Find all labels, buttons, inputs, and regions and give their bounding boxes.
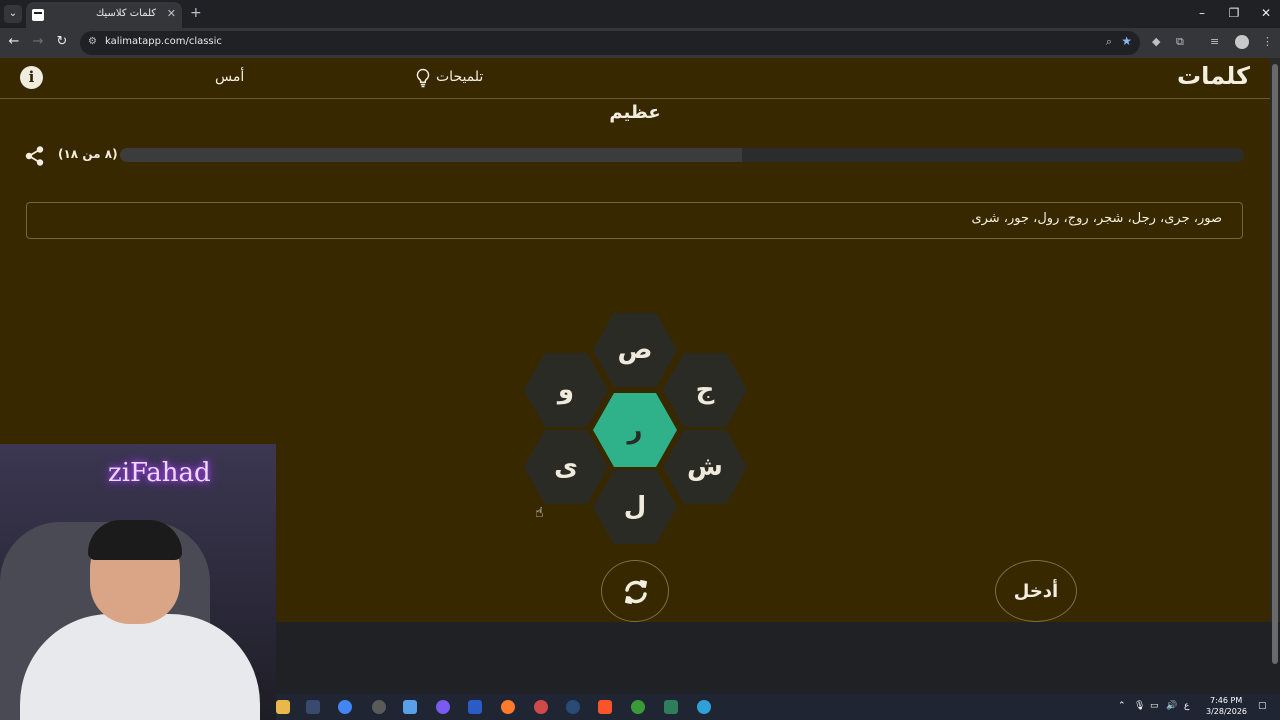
share-icon[interactable] xyxy=(24,145,46,167)
hex-letter-top[interactable]: ص xyxy=(593,313,677,387)
page-scrollbar[interactable] xyxy=(1270,58,1280,664)
volume-icon[interactable]: 🔊 xyxy=(1166,701,1177,711)
clock-date[interactable]: 3/28/2026 xyxy=(1206,707,1247,716)
restore-icon[interactable]: ❐ xyxy=(1224,6,1244,20)
new-tab-button[interactable]: + xyxy=(190,5,202,21)
store-icon[interactable] xyxy=(403,700,417,714)
shuffle-button[interactable] xyxy=(601,560,669,622)
progress-label: (٨ من ١٨) xyxy=(58,147,118,161)
info-icon[interactable]: i xyxy=(20,66,43,89)
app-header: كلمات تلميحات أمس i xyxy=(0,58,1270,99)
refresh-icon xyxy=(625,580,647,604)
menu-icon[interactable]: ⋮ xyxy=(1262,35,1273,48)
obs-icon[interactable] xyxy=(372,700,386,714)
browser-tabstrip: ⌄ كلمات كلاسيك ✕ + – ❐ ✕ xyxy=(0,0,1280,28)
brave-icon[interactable] xyxy=(598,700,612,714)
firefox-icon[interactable] xyxy=(501,700,515,714)
chrome-icon[interactable] xyxy=(338,700,352,714)
edge-icon[interactable] xyxy=(697,700,711,714)
progress-fill xyxy=(120,148,742,162)
hex-letter-upper-left[interactable]: و xyxy=(524,353,608,427)
streamer-hair xyxy=(88,520,182,560)
tray-chevron-icon[interactable]: ⌃ xyxy=(1118,701,1126,711)
app-icon-2[interactable] xyxy=(534,700,548,714)
address-bar[interactable]: ⚙ kalimatapp.com/classic ⌕ ★ xyxy=(80,31,1140,55)
url-text: kalimatapp.com/classic xyxy=(105,36,222,47)
hex-letter-upper-right[interactable]: ج xyxy=(663,353,747,427)
profile-avatar[interactable] xyxy=(1235,35,1249,49)
rank-title: عظيم xyxy=(609,102,661,123)
found-words-box[interactable]: صور، جرى، رجل، شجر، روج، رول، جور، شرى xyxy=(26,202,1243,239)
app-logo[interactable]: كلمات xyxy=(1177,62,1250,90)
mouse-pointer-icon: ☝ xyxy=(535,505,544,521)
steam-icon[interactable] xyxy=(566,700,580,714)
app-icon[interactable] xyxy=(306,700,320,714)
minimize-icon[interactable]: – xyxy=(1192,6,1212,20)
windows-taskbar: ⌃ 🎙 ▭ 🔊 ع 7:46 PM 3/28/2026 ▢ xyxy=(276,694,1280,720)
browser-tab[interactable]: كلمات كلاسيك ✕ xyxy=(26,2,182,28)
progress-bar xyxy=(120,148,1244,162)
tab-title: كلمات كلاسيك xyxy=(96,8,157,19)
letter-hive: ص ج ش ل ى و ر xyxy=(520,313,750,553)
extension-icon[interactable]: ◆ xyxy=(1152,35,1160,48)
close-tab-icon[interactable]: ✕ xyxy=(167,7,176,20)
network-icon[interactable]: ▭ xyxy=(1150,701,1159,711)
notification-icon[interactable]: ▢ xyxy=(1258,701,1267,711)
back-icon[interactable]: ← xyxy=(6,34,22,49)
microphone-icon[interactable]: 🎙 xyxy=(1134,701,1145,711)
hex-letter-center[interactable]: ر xyxy=(593,393,677,467)
enter-button[interactable]: أدخل xyxy=(995,560,1077,622)
clock-time[interactable]: 7:46 PM xyxy=(1210,696,1242,705)
zoom-icon[interactable]: ⌕ xyxy=(1106,35,1112,49)
neon-sign: ziFahad xyxy=(108,458,211,488)
puzzle-icon[interactable]: ⧉ xyxy=(1176,35,1184,49)
hex-letter-lower-right[interactable]: ش xyxy=(663,430,747,504)
reload-icon[interactable]: ↻ xyxy=(54,34,70,49)
hex-letter-lower-left[interactable]: ى xyxy=(524,430,608,504)
scrollbar-thumb[interactable] xyxy=(1272,64,1278,664)
excel-icon[interactable] xyxy=(664,700,678,714)
word-icon[interactable] xyxy=(468,700,482,714)
site-info-icon[interactable]: ⚙ xyxy=(88,36,100,48)
discord-icon[interactable] xyxy=(436,700,450,714)
language-indicator[interactable]: ع xyxy=(1184,701,1189,711)
webcam-overlay: ziFahad xyxy=(0,444,276,720)
close-window-icon[interactable]: ✕ xyxy=(1256,6,1276,20)
browser-toolbar: ← → ↻ ⚙ kalimatapp.com/classic ⌕ ★ ◆ ⧉ ≡… xyxy=(0,28,1280,58)
media-icon[interactable]: ≡ xyxy=(1210,35,1219,48)
found-words-list: صور، جرى، رجل، شجر، روج، رول، جور، شرى xyxy=(971,211,1222,226)
hints-label: تلميحات xyxy=(436,69,484,85)
favicon-icon xyxy=(32,9,44,21)
tab-search-icon[interactable]: ⌄ xyxy=(4,5,22,23)
bookmark-star-icon[interactable]: ★ xyxy=(1121,34,1132,48)
lightbulb-icon xyxy=(416,68,430,88)
hex-letter-bottom[interactable]: ل xyxy=(593,470,677,544)
forward-icon[interactable]: → xyxy=(30,34,46,49)
xbox-icon[interactable] xyxy=(631,700,645,714)
yesterday-button[interactable]: أمس xyxy=(215,69,244,85)
file-explorer-icon[interactable] xyxy=(276,700,290,714)
